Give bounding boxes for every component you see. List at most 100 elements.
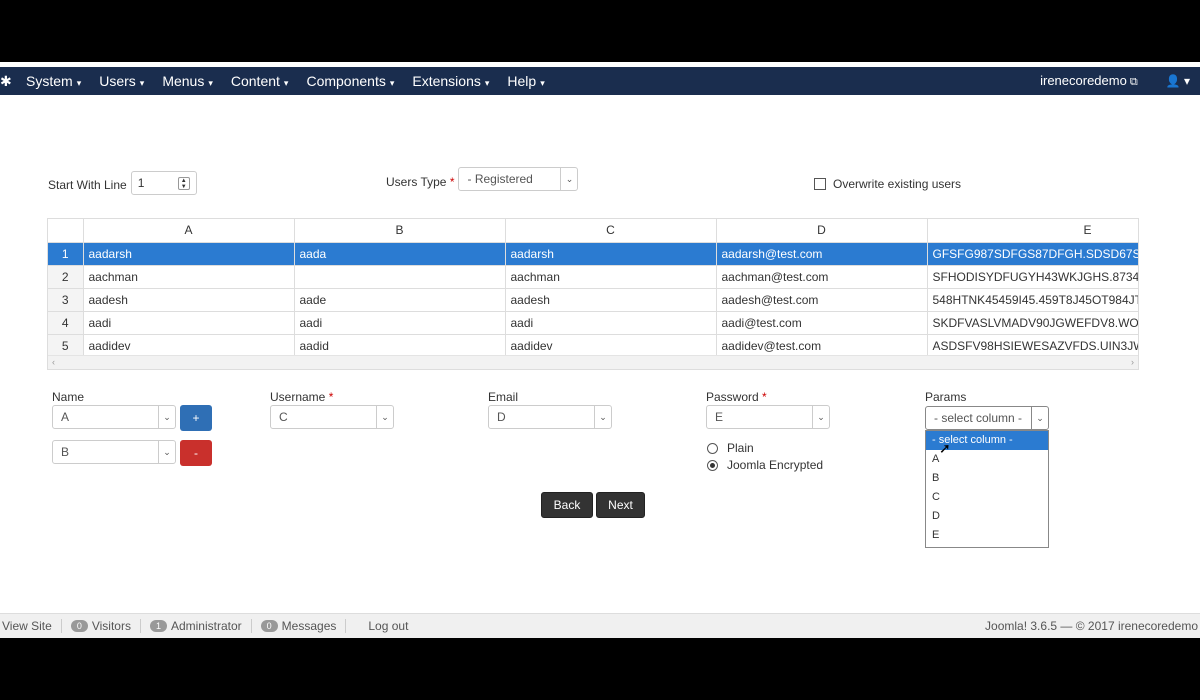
table-cell[interactable]: aachman (505, 265, 717, 289)
table-cell[interactable]: aadarsh (505, 242, 717, 266)
table-cell[interactable]: aadi (505, 311, 717, 335)
plain-radio[interactable] (707, 442, 718, 454)
logout-link[interactable]: Log out (346, 619, 408, 633)
dropdown-option[interactable]: C (926, 488, 1048, 507)
column-header[interactable]: E (927, 219, 1138, 243)
start-line-group: Start With Line 1 ▲ ▼ (48, 167, 197, 195)
joomla-logo-icon[interactable]: ✱ (0, 73, 12, 90)
table-cell[interactable]: aadid (294, 334, 506, 358)
table-cell[interactable]: aachman (83, 265, 295, 289)
chevron-down-icon: ⌄ (1031, 407, 1048, 429)
table-cell[interactable]: aadi@test.com (716, 311, 928, 335)
menu-content[interactable]: Content ▾ (231, 73, 289, 89)
username-label: Username * (270, 390, 334, 404)
name-label: Name (52, 390, 85, 404)
name-select-2[interactable]: B ⌄ (52, 440, 176, 464)
table-cell[interactable]: aadidev@test.com (716, 334, 928, 358)
menu-help[interactable]: Help ▾ (507, 73, 544, 89)
table-row[interactable]: 2 aachman aachman aachman@test.com SFHOD… (48, 265, 1138, 289)
overwrite-checkbox[interactable] (814, 178, 826, 190)
horizontal-scrollbar[interactable]: ‹ › (48, 355, 1138, 369)
column-header[interactable]: A (83, 219, 295, 243)
table-cell[interactable]: aadi (294, 311, 506, 335)
site-link[interactable]: irenecoredemo ⧉ (1040, 73, 1138, 89)
params-select[interactable]: - select column - ⌄ (925, 406, 1049, 430)
username-select[interactable]: C ⌄ (270, 405, 394, 429)
add-name-button[interactable]: + (180, 405, 212, 431)
chevron-down-icon: ⌄ (376, 406, 393, 428)
overwrite-group: Overwrite existing users (814, 177, 961, 191)
dropdown-option[interactable]: E (926, 526, 1048, 545)
table-cell[interactable]: aadarsh (83, 242, 295, 266)
email-select[interactable]: D ⌄ (488, 405, 612, 429)
table-cell[interactable]: aadesh (505, 288, 717, 312)
user-menu-icon[interactable]: 👤 ▾ (1166, 74, 1190, 88)
table-cell[interactable]: aadarsh@test.com (716, 242, 928, 266)
table-row[interactable]: 3 aadesh aade aadesh aadesh@test.com 548… (48, 288, 1138, 312)
start-line-input[interactable]: 1 ▲ ▼ (130, 171, 197, 195)
table-cell[interactable] (294, 265, 506, 289)
plain-radio-row[interactable]: Plain (707, 441, 754, 455)
table-cell[interactable]: SKDFVASLVMADV90JGWEFDV8.WOI (927, 311, 1138, 335)
admin-navbar: ✱ System ▾ Users ▾ Menus ▾ Content ▾ Compone… (0, 67, 1200, 95)
dropdown-option[interactable]: B (926, 469, 1048, 488)
username-value: C (279, 410, 288, 424)
chevron-down-icon: ⌄ (812, 406, 829, 428)
table-cell[interactable]: 548HTNK45459I45.459T8J45OT984JT49 (927, 288, 1138, 312)
menu-extensions[interactable]: Extensions ▾ (412, 73, 489, 89)
row-number[interactable]: 1 (48, 242, 84, 266)
users-type-select[interactable]: - Registered ⌄ (458, 167, 579, 191)
encrypted-radio-row[interactable]: Joomla Encrypted (707, 458, 823, 472)
visitors-item[interactable]: 0 Visitors (62, 619, 141, 633)
grid-corner[interactable] (48, 219, 84, 243)
table-cell[interactable]: aadesh (83, 288, 295, 312)
name-select-1[interactable]: A ⌄ (52, 405, 176, 429)
row-number[interactable]: 2 (48, 265, 84, 289)
spinner-icon[interactable]: ▲ ▼ (177, 177, 190, 190)
name-value-1: A (61, 410, 70, 424)
view-site-link[interactable]: View Site (0, 619, 62, 633)
messages-badge: 0 (260, 620, 278, 632)
dropdown-option[interactable]: D (926, 507, 1048, 526)
external-link-icon: ⧉ (1129, 76, 1138, 88)
table-row[interactable]: 4 aadi aadi aadi aadi@test.com SKDFVASLV… (48, 311, 1138, 335)
table-row[interactable]: 5 aadidev aadid aadidev aadidev@test.com… (48, 334, 1138, 358)
table-cell[interactable]: aadesh@test.com (716, 288, 928, 312)
params-value: - select column - (934, 411, 1023, 425)
table-cell[interactable]: ASDSFV98HSIEWESAZVFDS.UIN3JW (927, 334, 1138, 358)
messages-label: Messages (281, 619, 337, 633)
table-cell[interactable]: aachman@test.com (716, 265, 928, 289)
password-select[interactable]: E ⌄ (706, 405, 830, 429)
next-button[interactable]: Next (596, 492, 645, 518)
administrator-item[interactable]: 1 Administrator (141, 619, 252, 633)
table-cell[interactable]: aadidev (505, 334, 717, 358)
table-row[interactable]: 1 aadarsh aada aadarsh aadarsh@test.com … (48, 242, 1138, 266)
menu-menus[interactable]: Menus ▾ (162, 73, 213, 89)
menu-system[interactable]: System ▾ (26, 73, 81, 89)
caret-down-icon: ▾ (484, 78, 490, 88)
table-cell[interactable]: aadidev (83, 334, 295, 358)
column-header[interactable]: B (294, 219, 506, 243)
column-header[interactable]: C (505, 219, 717, 243)
chevron-down-icon: ⌄ (560, 168, 577, 190)
menu-components[interactable]: Components ▾ (306, 73, 394, 89)
users-type-label: Users Type * (386, 175, 455, 189)
row-number[interactable]: 5 (48, 334, 84, 358)
row-number[interactable]: 4 (48, 311, 84, 335)
remove-name-button[interactable]: - (180, 440, 212, 466)
plain-label: Plain (727, 441, 754, 455)
password-label: Password * (706, 390, 767, 404)
scroll-left-icon[interactable]: ‹ (52, 357, 55, 367)
encrypted-radio[interactable] (707, 459, 718, 471)
back-button[interactable]: Back (541, 492, 593, 518)
row-number[interactable]: 3 (48, 288, 84, 312)
menu-users[interactable]: Users ▾ (99, 73, 144, 89)
table-cell[interactable]: SFHODISYDFUGYH43WKJGHS.8734H (927, 265, 1138, 289)
table-cell[interactable]: GFSFG987SDFGS87DFGH.SDSD67S8 (927, 242, 1138, 266)
column-header[interactable]: D (716, 219, 928, 243)
table-cell[interactable]: aada (294, 242, 506, 266)
messages-item[interactable]: 0 Messages (252, 619, 347, 633)
scroll-right-icon[interactable]: › (1131, 357, 1134, 367)
table-cell[interactable]: aade (294, 288, 506, 312)
table-cell[interactable]: aadi (83, 311, 295, 335)
